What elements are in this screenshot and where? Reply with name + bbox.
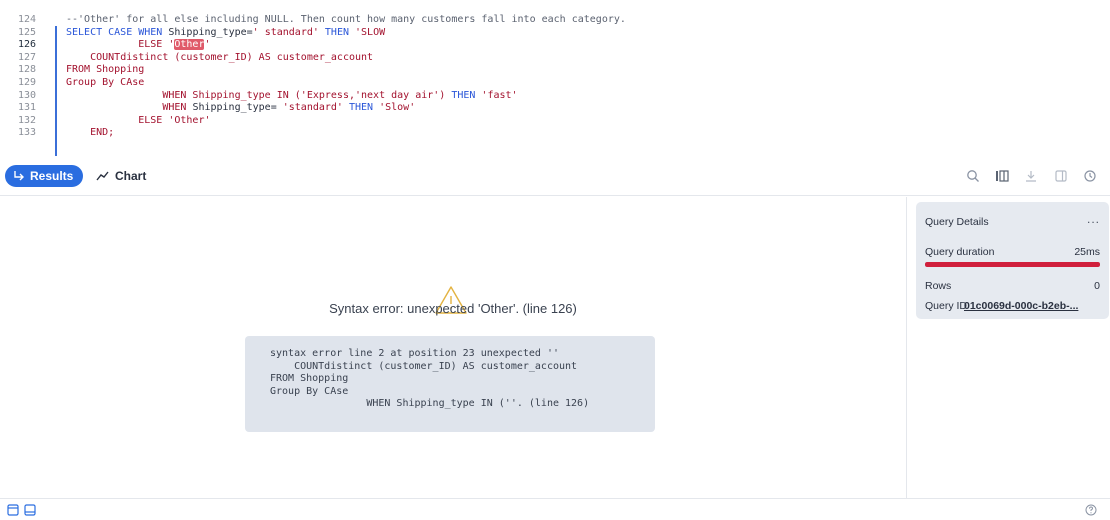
code-token: SELECT CASE WHEN (66, 26, 169, 38)
code-token: THEN (318, 26, 356, 38)
code-token: THEN (451, 89, 482, 101)
code-token: WHEN (162, 102, 193, 114)
code-token: ELSE 'Other' (138, 114, 211, 126)
query-details-title: Query Details (925, 216, 989, 228)
code-line[interactable]: 131 WHEN Shipping_type= 'standard' THEN … (0, 102, 1110, 114)
help-icon[interactable] (1085, 504, 1097, 516)
tab-results-label: Results (30, 169, 74, 183)
code-line[interactable]: 127 COUNTdistinct (customer_ID) AS custo… (0, 52, 1110, 64)
code-token: Group By CAse (66, 77, 145, 88)
code-text: COUNTdistinct (customer_ID) AS customer_… (66, 52, 373, 64)
code-token: 'Slow' (379, 102, 416, 114)
line-number: 131 (17, 102, 36, 114)
code-token: ' standard' (252, 26, 319, 38)
code-line[interactable]: 125 SELECT CASE WHEN Shipping_type=' stan… (0, 27, 1110, 39)
code-token: Shipping_type= (168, 26, 253, 38)
panel-icon[interactable] (1051, 166, 1071, 186)
results-toolbar: Results Chart (0, 156, 1110, 196)
line-number: 129 (17, 77, 36, 88)
code-line[interactable]: 124 --'Other' for all else including NULL… (0, 14, 1110, 26)
code-text: ELSE 'Other' (66, 39, 211, 51)
status-bar (0, 498, 1110, 520)
results-panel: Syntax error: unexpected 'Other'. (line … (0, 197, 906, 498)
line-number: 128 (17, 64, 36, 76)
code-token: 'SLOW (355, 26, 386, 38)
code-line[interactable]: 130 WHEN Shipping_type IN ('Express,'nex… (0, 90, 1110, 102)
line-number: 126 (17, 39, 36, 51)
code-token: ELSE ' (138, 39, 175, 51)
error-message: Syntax error: unexpected 'Other'. (line … (329, 301, 577, 316)
duration-bar (925, 262, 1100, 267)
code-token: THEN (342, 102, 380, 114)
columns-icon[interactable] (992, 166, 1012, 186)
code-token: FROM Shopping (66, 64, 145, 76)
code-token: --'Other' for all else including NULL. T… (66, 14, 626, 25)
code-line[interactable]: 129 Group By CAse (0, 77, 1110, 89)
search-icon[interactable] (963, 166, 983, 186)
code-line[interactable]: 132 ELSE 'Other' (0, 115, 1110, 127)
line-number: 127 (17, 51, 36, 63)
code-text: WHEN Shipping_type IN ('Express,'next da… (66, 89, 518, 102)
query-id-link[interactable]: 01c0069d-000c-b2eb-... (964, 300, 1100, 312)
code-text: SELECT CASE WHEN Shipping_type=' standar… (66, 27, 385, 39)
code-token: Shipping_type= (192, 102, 283, 114)
code-token: 'standard' (282, 102, 343, 114)
query-details-panel: Query Details ... Query duration 25ms Ro… (906, 197, 1110, 498)
download-icon[interactable] (1021, 166, 1041, 186)
results-layout-icon[interactable] (24, 504, 36, 516)
history-icon[interactable] (1080, 166, 1100, 186)
code-line[interactable]: 128 FROM Shopping (0, 64, 1110, 76)
query-details-card: Query Details ... Query duration 25ms Ro… (916, 202, 1109, 319)
code-text: --'Other' for all else including NULL. T… (66, 14, 626, 26)
line-number: 124 (17, 14, 36, 25)
line-number: 132 (17, 114, 36, 126)
query-id-label: Query ID (925, 300, 968, 312)
rows-label: Rows (925, 280, 952, 292)
rows-value: 0 (1094, 280, 1100, 292)
code-text: END; (66, 127, 114, 139)
tab-chart-label: Chart (115, 169, 147, 183)
code-text: FROM Shopping (66, 64, 144, 76)
code-token: ' (204, 39, 211, 51)
tab-chart[interactable]: Chart (96, 165, 146, 187)
query-duration-label: Query duration (925, 246, 995, 258)
results-arrow-icon (14, 171, 24, 181)
error-token-highlight: Other (174, 39, 205, 51)
chart-line-icon (96, 171, 109, 181)
code-text: WHEN Shipping_type= 'standard' THEN 'Slo… (66, 102, 415, 114)
code-token: 'fast' (481, 89, 518, 101)
editor-layout-icon[interactable] (7, 504, 19, 516)
tab-results[interactable]: Results (5, 165, 84, 187)
line-number: 125 (17, 26, 36, 38)
query-duration-value: 25ms (1074, 246, 1100, 258)
line-number: 133 (17, 127, 36, 139)
duration-bar-fill (925, 262, 1100, 267)
code-token: WHEN Shipping_type IN ('Express,'next da… (162, 89, 452, 101)
error-detail-box: syntax error line 2 at position 23 unexp… (245, 336, 655, 432)
code-token: END; (90, 127, 115, 139)
line-number: 130 (17, 89, 36, 101)
code-text: ELSE 'Other' (66, 114, 211, 127)
code-token: COUNTdistinct (customer_ID) AS customer_… (90, 51, 374, 63)
code-line[interactable]: 126 ELSE 'Other' (0, 39, 1110, 51)
more-options-icon[interactable]: ... (1087, 212, 1100, 226)
code-line[interactable]: 133 END; (0, 127, 1110, 139)
sql-editor[interactable]: 124 --'Other' for all else including NULL… (0, 0, 1110, 156)
code-text: Group By CAse (66, 77, 144, 89)
